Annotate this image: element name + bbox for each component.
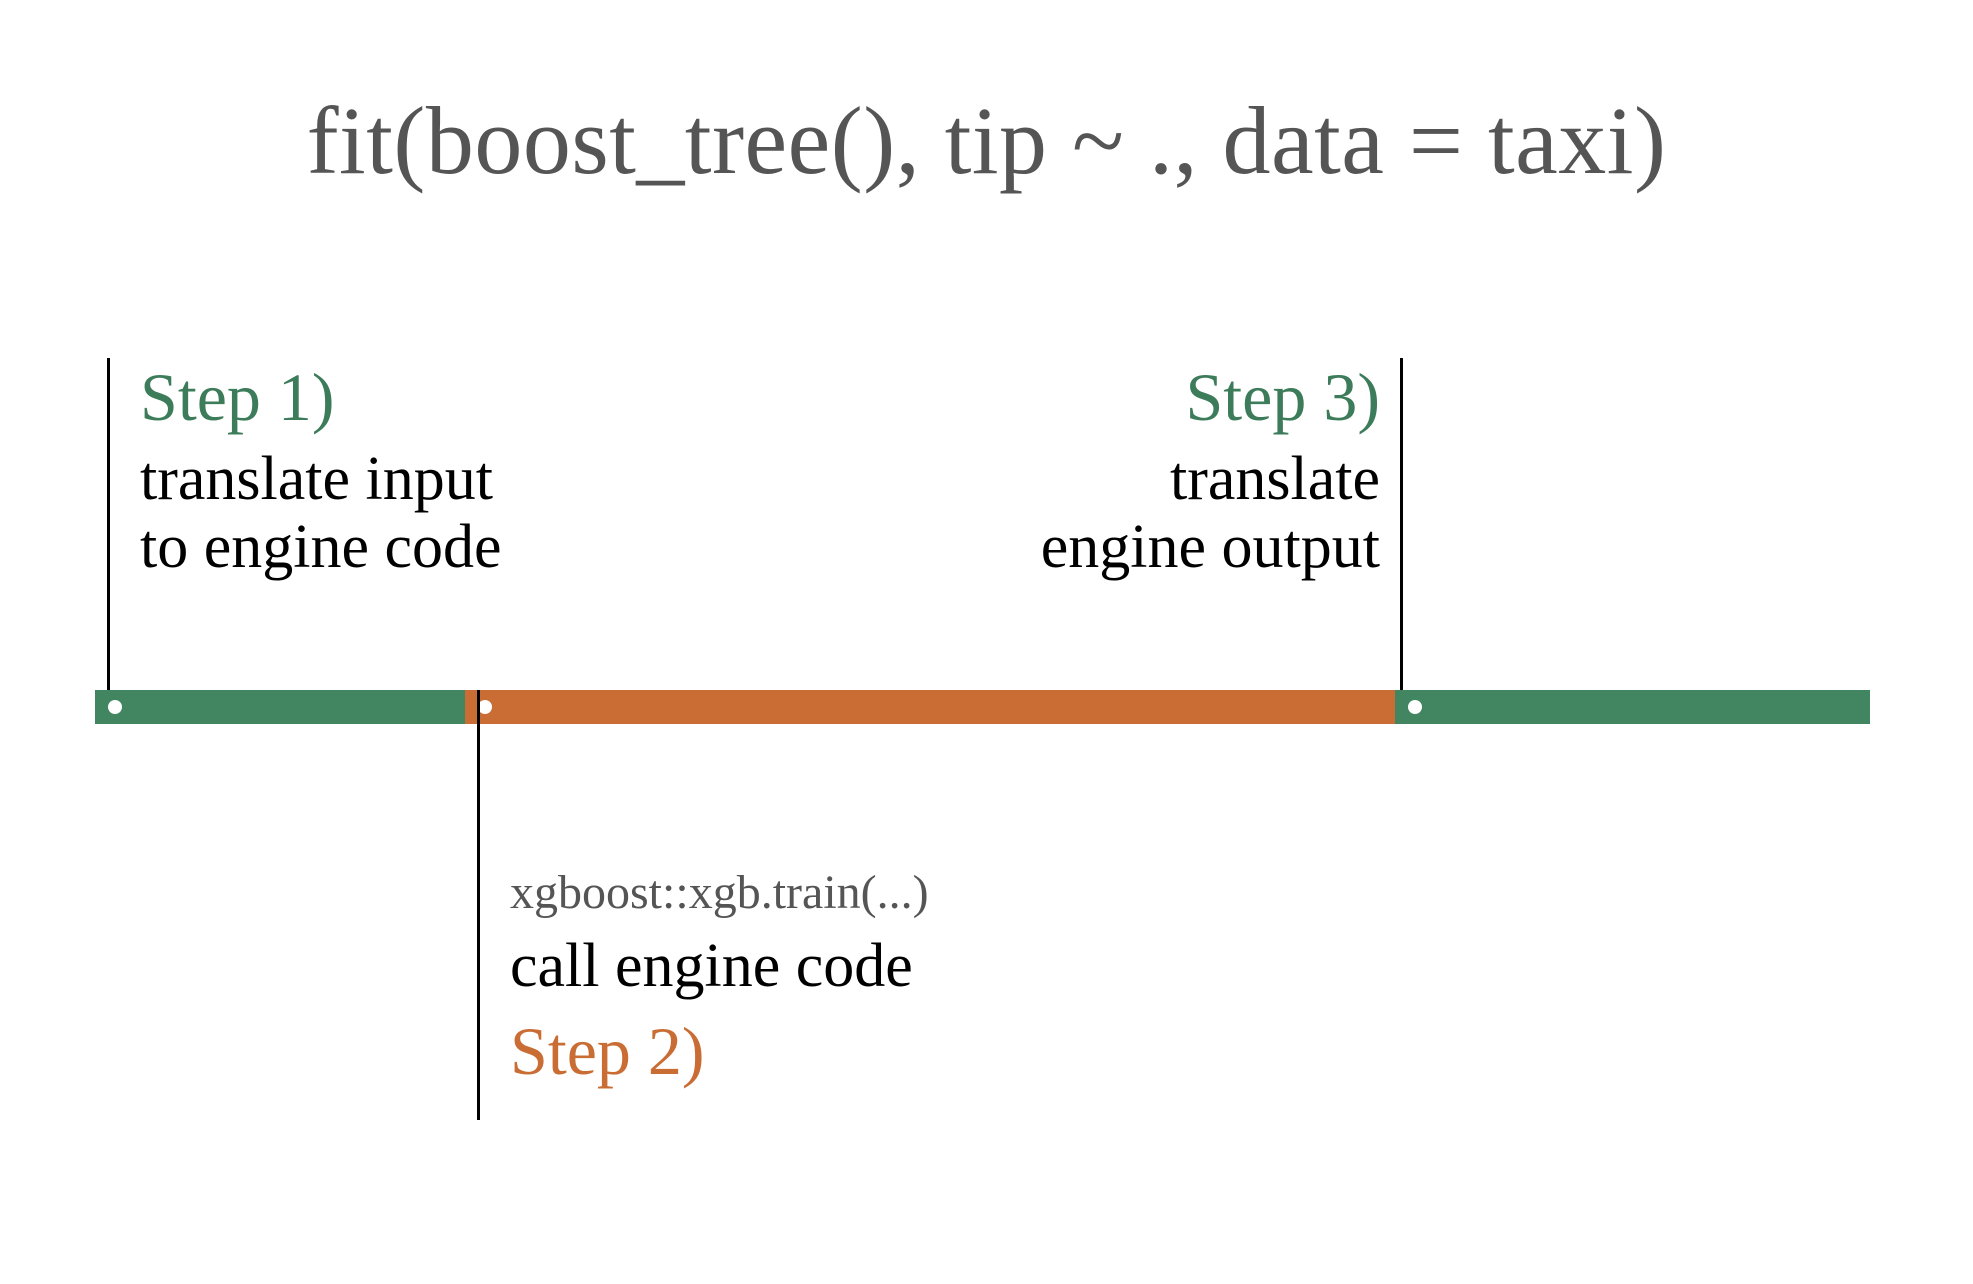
step2-block: xgboost::xgb.train(...) call engine code… — [510, 865, 929, 1091]
step1-description: translate input to engine code — [140, 445, 502, 581]
connector-step3 — [1400, 358, 1403, 690]
timeline-marker-1 — [108, 700, 122, 714]
step2-code: xgboost::xgb.train(...) — [510, 865, 929, 920]
timeline-segment-step3 — [1395, 690, 1870, 724]
step1-desc-line2: to engine code — [140, 513, 502, 581]
timeline-segment-step2 — [465, 690, 1395, 724]
step2-label: Step 2) — [510, 1012, 929, 1091]
diagram-canvas: fit(boost_tree(), tip ~ ., data = taxi) … — [0, 0, 1973, 1284]
timeline-marker-2 — [478, 700, 492, 714]
step2-description: call engine code — [510, 932, 929, 1000]
step1-label: Step 1) — [140, 358, 502, 437]
connector-step2 — [477, 690, 480, 1120]
connector-step1 — [107, 358, 110, 690]
step1-block: Step 1) translate input to engine code — [140, 358, 502, 581]
step1-desc-line1: translate input — [140, 445, 493, 513]
timeline-marker-3 — [1408, 700, 1422, 714]
step3-desc-line2: engine output — [1041, 513, 1380, 581]
timeline-segment-step1 — [95, 690, 465, 724]
step3-description: translate engine output — [1041, 445, 1380, 581]
step3-desc-line1: translate — [1170, 445, 1380, 513]
step3-label: Step 3) — [1041, 358, 1380, 437]
step3-block: Step 3) translate engine output — [1041, 358, 1380, 581]
diagram-title: fit(boost_tree(), tip ~ ., data = taxi) — [0, 85, 1973, 196]
